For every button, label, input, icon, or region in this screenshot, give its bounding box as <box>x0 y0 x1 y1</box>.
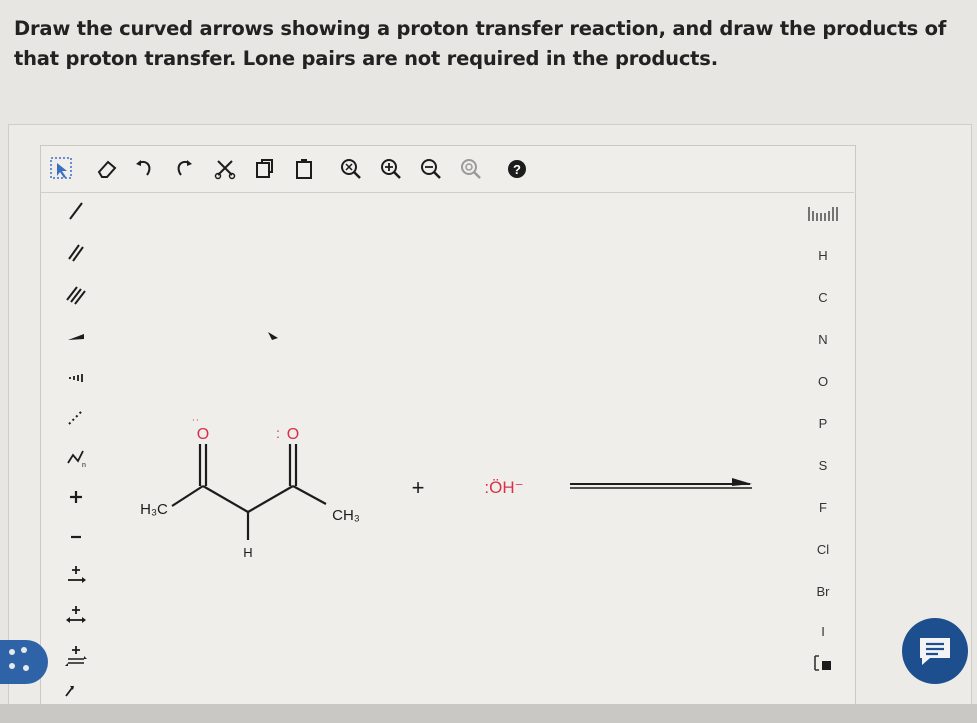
double-bond-icon[interactable] <box>58 238 94 268</box>
resonance-arrow-icon[interactable] <box>58 602 94 632</box>
color-palette-button[interactable] <box>0 640 48 684</box>
zoom-fit-icon[interactable] <box>336 154 366 184</box>
element-n[interactable]: N <box>800 322 846 356</box>
minus-charge-icon[interactable] <box>58 522 94 552</box>
element-c[interactable]: C <box>800 280 846 314</box>
plus-charge-icon[interactable] <box>58 482 94 512</box>
element-p[interactable]: P <box>800 406 846 440</box>
undo-icon[interactable] <box>130 154 160 184</box>
question-prompt: Draw the curved arrows showing a proton … <box>14 17 947 70</box>
reaction-arrow <box>570 478 752 489</box>
atom-label-o2: O <box>287 426 299 443</box>
left-tool-palette: n <box>58 196 98 696</box>
zoom-in-icon[interactable] <box>376 154 406 184</box>
element-f[interactable]: F <box>800 490 846 524</box>
zoom-out-icon[interactable] <box>416 154 446 184</box>
eraser-icon[interactable] <box>92 154 122 184</box>
dashed-bond-icon[interactable] <box>58 402 94 432</box>
atom-label-ch3: CH₃ <box>332 507 360 524</box>
element-cl[interactable]: Cl <box>800 532 846 566</box>
element-s[interactable]: S <box>800 448 846 482</box>
single-bond-icon[interactable] <box>58 196 94 226</box>
element-h[interactable]: H <box>800 238 846 272</box>
element-palette: H C N O P S F Cl Br I <box>800 194 850 684</box>
chat-help-button[interactable] <box>902 618 968 684</box>
periodic-table-icon[interactable] <box>800 196 846 230</box>
equilibrium-arrow-icon[interactable] <box>58 642 94 672</box>
drawing-canvas[interactable]: O ˙˙ O : H₃C CH₃ H + :ÖH⁻ <box>100 196 800 696</box>
redo-small-icon[interactable] <box>60 680 80 700</box>
template-icon[interactable] <box>800 646 846 680</box>
wedge-bond-icon[interactable] <box>58 322 94 352</box>
bottom-scroll-strip <box>0 704 977 723</box>
zoom-reset-icon[interactable] <box>456 154 486 184</box>
triple-bond-icon[interactable] <box>58 280 94 310</box>
cut-icon[interactable] <box>210 154 240 184</box>
svg-text:n: n <box>82 462 86 469</box>
single-arrow-icon[interactable] <box>58 562 94 592</box>
paste-icon[interactable] <box>290 154 320 184</box>
element-o[interactable]: O <box>800 364 846 398</box>
copy-icon[interactable] <box>250 154 280 184</box>
svg-text:?: ? <box>513 162 521 177</box>
hydroxide-ion: :ÖH⁻ <box>484 478 523 497</box>
element-i[interactable]: I <box>800 614 846 648</box>
chain-icon[interactable]: n <box>58 442 94 472</box>
lone-pair-dots-o2: : <box>276 425 280 441</box>
element-br[interactable]: Br <box>800 574 846 608</box>
editor-toolbar: ? <box>40 146 854 193</box>
molecule-skeleton <box>171 444 327 540</box>
help-icon[interactable]: ? <box>502 154 532 184</box>
atom-label-h: H <box>243 545 252 560</box>
reaction-plus-sign: + <box>412 475 425 500</box>
mouse-cursor-icon <box>268 332 278 340</box>
redo-icon[interactable] <box>168 154 198 184</box>
select-icon[interactable] <box>46 154 76 184</box>
hash-bond-icon[interactable] <box>58 362 94 392</box>
atom-label-h3c: H₃C <box>140 501 168 518</box>
lone-pair-dots-o1: ˙˙ <box>192 417 200 431</box>
